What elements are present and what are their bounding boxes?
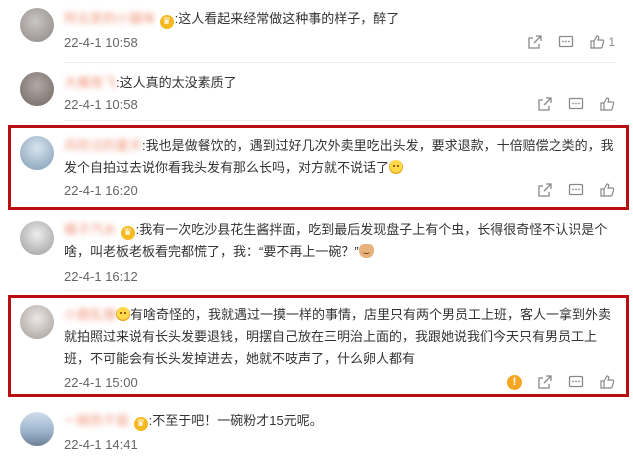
comment-text: :这人看起来经常做这种事的样子，醉了: [174, 11, 400, 26]
avatar[interactable]: [20, 136, 54, 170]
username[interactable]: 橘子汽水: [64, 222, 116, 237]
comment-time: 22-4-1 14:41: [64, 437, 138, 452]
username[interactable]: 小鹿乱撞: [64, 307, 116, 322]
share-icon[interactable]: [537, 96, 553, 112]
laughing-emoji-icon: [389, 160, 404, 174]
comment-text: :我也是做餐饮的，遇到过好几次外卖里吃出头发，要求退款，十倍赔偿之类的，我发个自…: [64, 138, 614, 175]
avatar[interactable]: [20, 8, 54, 42]
avatar[interactable]: [20, 221, 54, 255]
like-count: 1: [608, 35, 615, 49]
like-icon[interactable]: [599, 374, 615, 390]
username[interactable]: 大雁南飞: [64, 75, 116, 90]
comment-icon[interactable]: [568, 96, 584, 112]
comment-icon[interactable]: [568, 374, 584, 390]
share-icon[interactable]: [527, 34, 543, 50]
username[interactable]: 一碗热干面: [64, 413, 129, 428]
share-icon[interactable]: [537, 374, 553, 390]
like-icon[interactable]: [599, 96, 615, 112]
divider: [64, 290, 615, 291]
face-emoji-icon: [116, 307, 131, 321]
comment-text: :我有一次吃沙县花生酱拌面，吃到最后发现盘子上有个虫，长得很奇怪不认识是个啥，叫…: [64, 222, 608, 259]
report-icon[interactable]: !: [507, 374, 522, 390]
crown-badge-icon: ♛: [159, 15, 174, 29]
comment-time: 22-4-1 15:00: [64, 375, 138, 390]
divider: [64, 62, 615, 63]
comment-text: 有啥奇怪的，我就遇过一摸一样的事情，店里只有两个男员工上班，客人一拿到外卖就拍照…: [64, 307, 612, 366]
avatar[interactable]: [20, 412, 54, 446]
username[interactable]: 阿北家的小猫咪: [64, 11, 155, 26]
comment-icon[interactable]: [558, 34, 574, 50]
avatar[interactable]: [20, 72, 54, 106]
crown-badge-icon: ♛: [120, 226, 135, 240]
like-icon[interactable]: [589, 34, 605, 50]
comment-icon[interactable]: [568, 182, 584, 198]
like-icon[interactable]: [599, 182, 615, 198]
comment-text: :这人真的太没素质了: [116, 75, 237, 90]
share-icon[interactable]: [537, 182, 553, 198]
divider: [64, 120, 615, 121]
comment-time: 22-4-1 16:20: [64, 183, 138, 198]
crown-badge-icon: ♛: [133, 417, 148, 431]
comment-text: :不至于吧！一碗粉才15元呢。: [148, 413, 323, 428]
comment-time: 22-4-1 10:58: [64, 35, 138, 50]
comment-time: 22-4-1 16:12: [64, 269, 138, 284]
cat-emoji-icon: [358, 244, 374, 258]
avatar[interactable]: [20, 305, 54, 339]
username[interactable]: 风吹过的夏天: [64, 138, 142, 153]
comment-time: 22-4-1 10:58: [64, 97, 138, 112]
